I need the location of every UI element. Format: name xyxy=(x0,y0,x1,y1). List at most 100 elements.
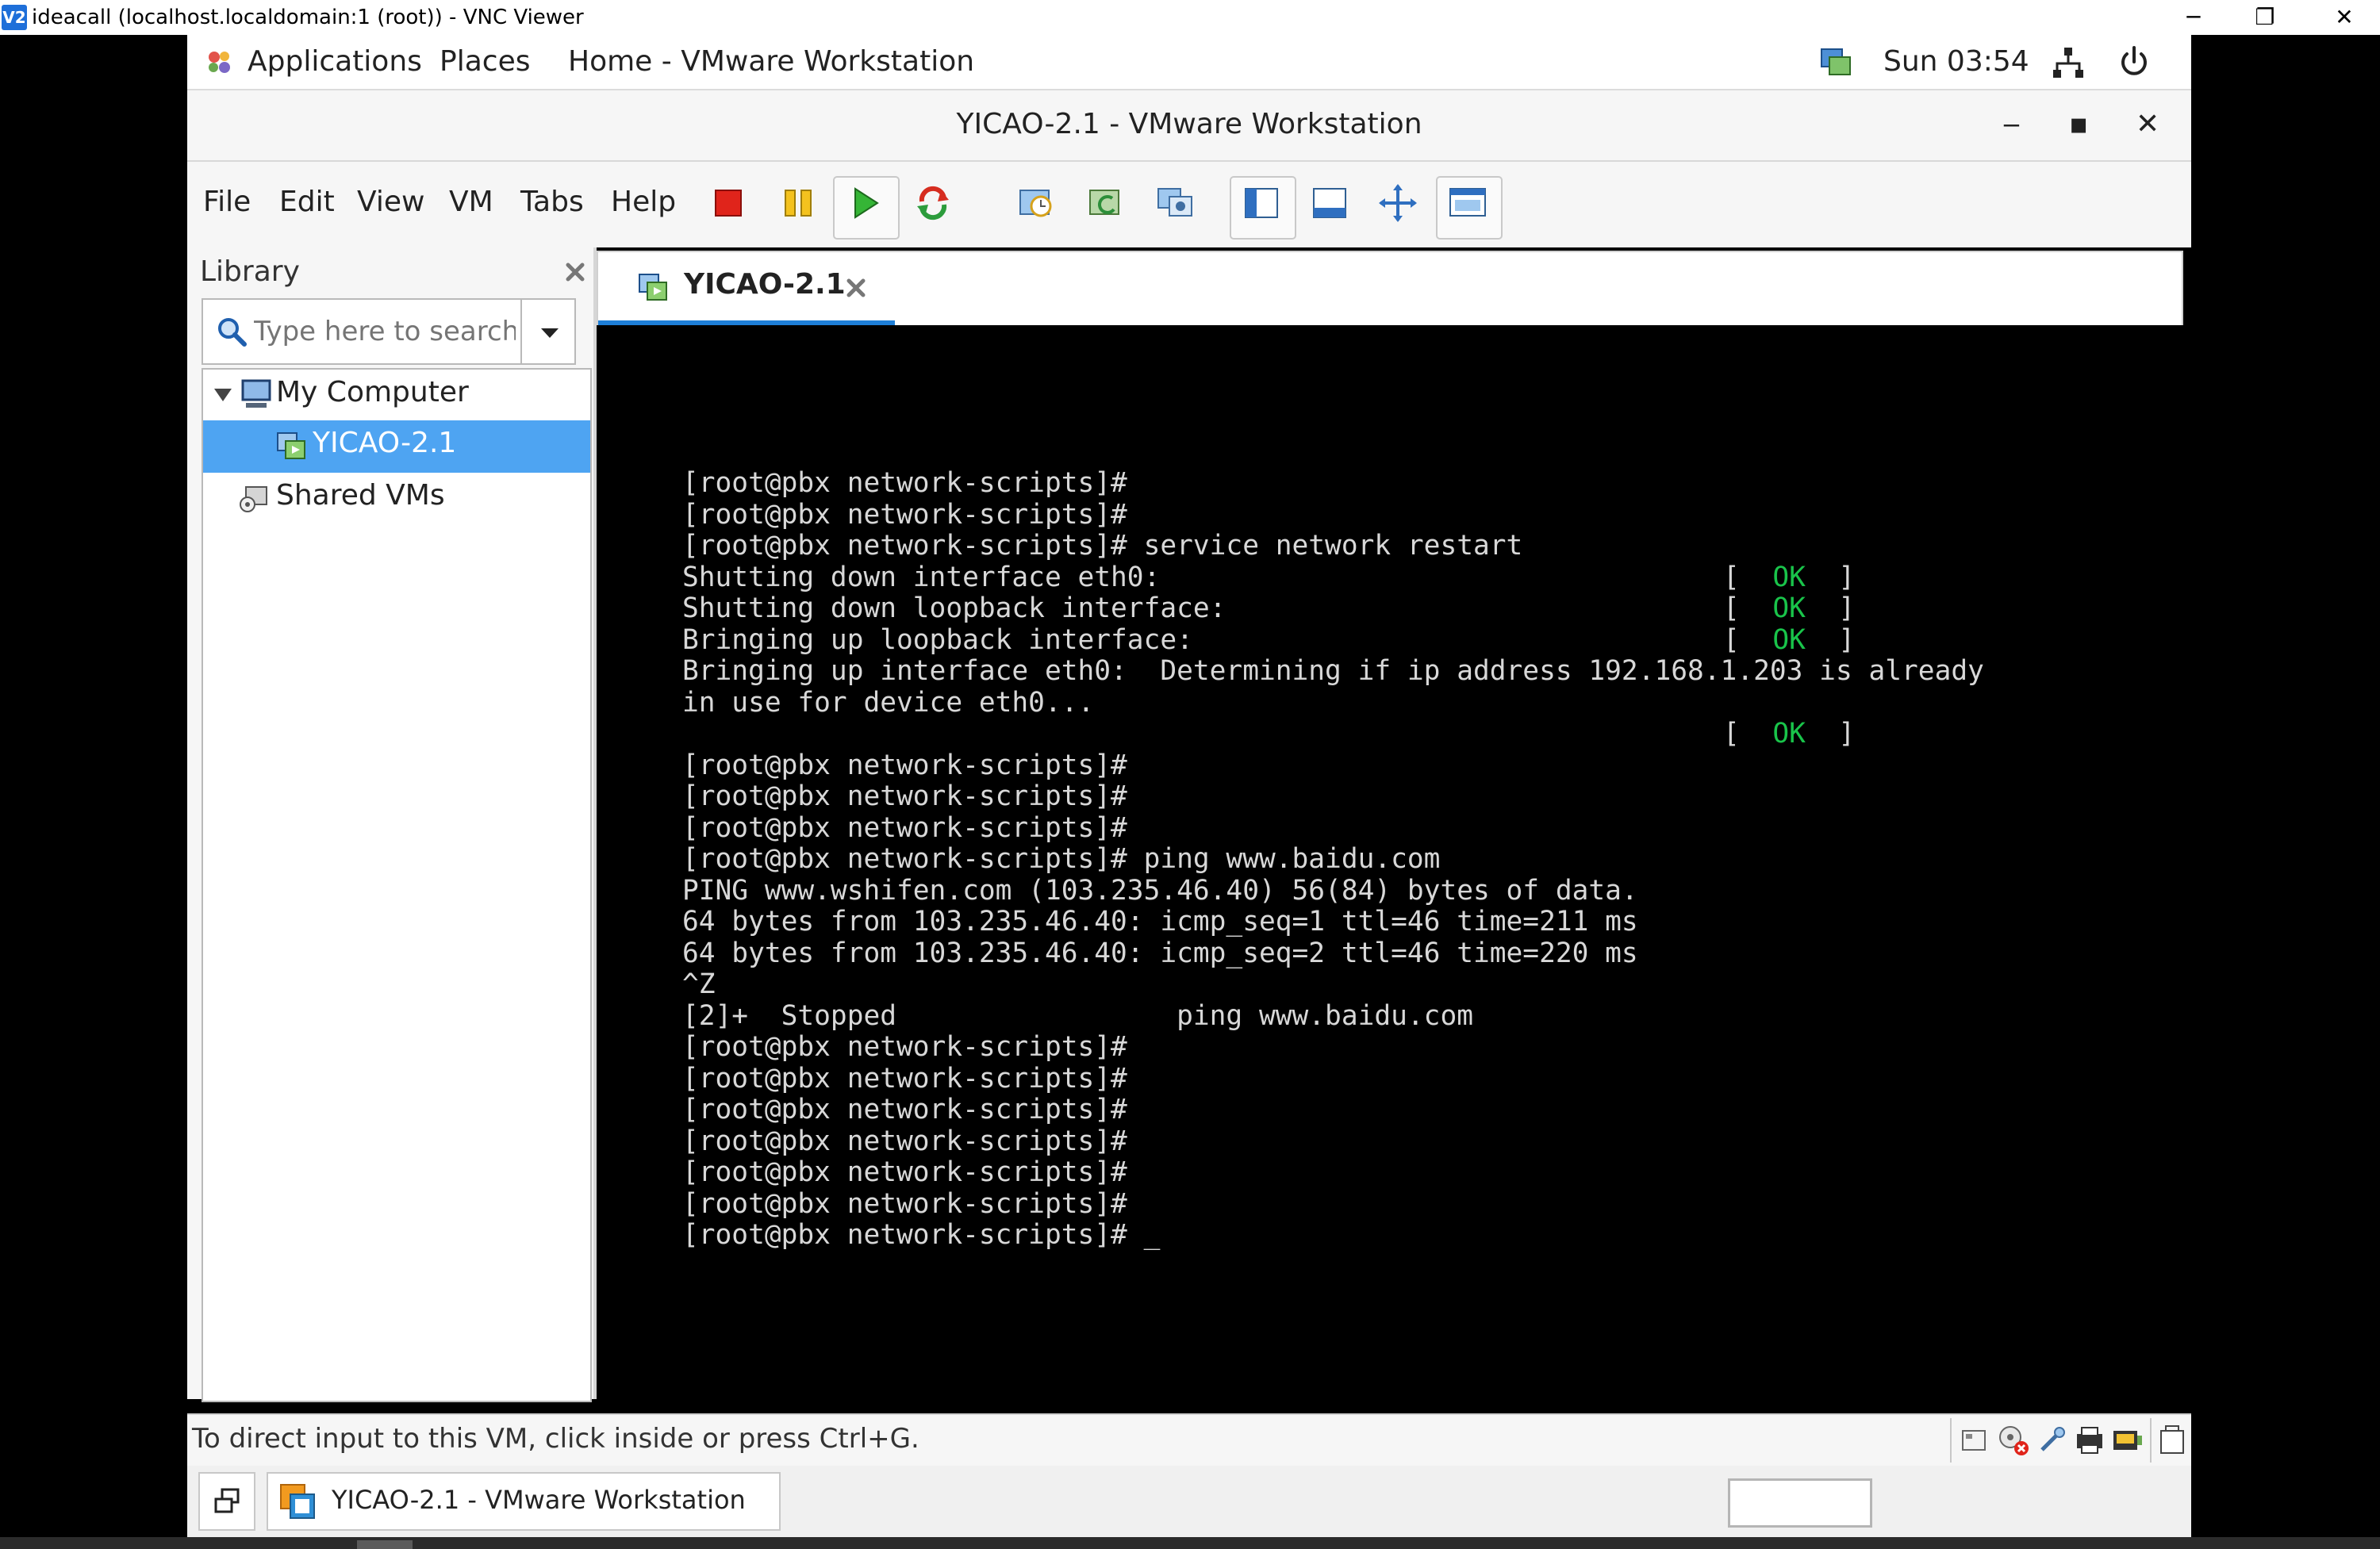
library-tree: My Computer YICAO-2.1 Shared VMs xyxy=(202,368,592,1402)
usb-controller-icon[interactable] xyxy=(2036,1424,2067,1456)
terminal-line: 64 bytes from 103.235.46.40: icmp_seq=1 … xyxy=(682,906,1638,937)
status-message: To direct input to this VM, click inside… xyxy=(192,1423,919,1455)
thumbnail-bar-icon[interactable] xyxy=(1306,179,1353,227)
workspace-switcher[interactable] xyxy=(1728,1478,1872,1528)
power-off-icon[interactable] xyxy=(704,179,752,227)
terminal-line: [root@pbx network-scripts]# ping www.bai… xyxy=(682,843,1441,875)
vnc-horizontal-scroll-thumb[interactable] xyxy=(357,1540,413,1549)
ok-status: [ OK ] xyxy=(1723,561,1856,593)
taskbar-window-vmware[interactable]: YICAO-2.1 - VMware Workstation xyxy=(267,1472,781,1531)
search-dropdown-icon[interactable] xyxy=(536,320,563,344)
terminal-line: ^Z xyxy=(682,968,716,1000)
close-tab-icon[interactable] xyxy=(844,276,868,300)
clock[interactable]: Sun 03:54 xyxy=(1883,43,2029,81)
printer-icon[interactable] xyxy=(2072,1423,2107,1458)
terminal-line: [root@pbx network-scripts]# xyxy=(682,780,1127,812)
search-icon xyxy=(218,318,247,347)
terminal-line: [root@pbx network-scripts]# xyxy=(682,467,1127,499)
vnc-minimize-button[interactable]: ─ xyxy=(2158,0,2229,35)
message-log-icon[interactable] xyxy=(2155,1423,2190,1458)
applications-menu[interactable]: Applications xyxy=(248,43,422,81)
menu-help[interactable]: Help xyxy=(611,186,676,218)
tree-label-shared-vms: Shared VMs xyxy=(276,479,445,512)
tab-bar: YICAO-2.1 xyxy=(597,251,2183,325)
power-on-icon[interactable] xyxy=(841,179,889,227)
terminal-line: [root@pbx network-scripts]# _ xyxy=(682,1219,1161,1251)
pane-splitter[interactable] xyxy=(593,247,597,1399)
vm-tab-icon xyxy=(639,274,667,301)
revert-snapshot-icon[interactable] xyxy=(1082,179,1130,227)
taskbar: YICAO-2.1 - VMware Workstation xyxy=(187,1466,2191,1537)
taskbar-window-label: YICAO-2.1 - VMware Workstation xyxy=(332,1485,746,1515)
vm-console[interactable]: [root@pbx network-scripts]# [root@pbx ne… xyxy=(600,325,2177,1398)
tree-label-vm: YICAO-2.1 xyxy=(313,427,457,459)
vnc-close-button[interactable]: ✕ xyxy=(2309,0,2380,35)
terminal-line: 64 bytes from 103.235.46.40: icmp_seq=2 … xyxy=(682,937,1638,969)
take-snapshot-icon[interactable] xyxy=(1012,179,1060,227)
active-app-menu[interactable]: Home - VMware Workstation xyxy=(568,43,974,81)
show-desktop-icon xyxy=(214,1488,240,1513)
tree-item-shared-vms[interactable]: Shared VMs xyxy=(203,473,590,523)
library-search-input[interactable] xyxy=(252,309,517,354)
tree-label-my-computer: My Computer xyxy=(276,376,469,408)
vmware-close-button[interactable]: ✕ xyxy=(2136,108,2159,140)
vmware-minimize-button[interactable]: ‒ xyxy=(2002,108,2021,140)
tab-vm[interactable]: YICAO-2.1 xyxy=(598,252,895,325)
console-view-icon[interactable] xyxy=(1444,179,1491,227)
cd-dvd-disconnected-icon[interactable] xyxy=(1996,1423,2031,1458)
terminal-line: Shutting down loopback interface: xyxy=(682,592,1226,624)
vnc-logo-icon: V2 xyxy=(2,5,27,30)
menu-toolbar-bar: File Edit View VM Tabs Help xyxy=(187,162,2191,247)
close-library-icon[interactable] xyxy=(563,260,587,284)
terminal-line: [root@pbx network-scripts]# xyxy=(682,1094,1127,1125)
vnc-restore-button[interactable]: ❐ xyxy=(2229,0,2301,35)
status-divider xyxy=(1950,1418,1952,1463)
library-pane: Library My Computer xyxy=(187,247,593,1402)
terminal-output: [root@pbx network-scripts]# [root@pbx ne… xyxy=(600,325,2177,1398)
tree-item-my-computer[interactable]: My Computer xyxy=(203,370,590,420)
menu-vm[interactable]: VM xyxy=(449,186,493,218)
network-adapter-icon[interactable] xyxy=(2110,1423,2145,1458)
ok-status: [ OK ] xyxy=(1723,623,1856,656)
vmware-window-title: YICAO-2.1 - VMware Workstation xyxy=(956,108,1422,140)
search-divider xyxy=(520,300,522,363)
terminal-line: Bringing up loopback interface: xyxy=(682,623,1193,656)
snapshot-manager-icon[interactable] xyxy=(1152,179,1200,227)
tree-item-vm-selected[interactable]: YICAO-2.1 xyxy=(203,420,590,473)
menu-tabs[interactable]: Tabs xyxy=(520,186,584,218)
terminal-line: [root@pbx network-scripts]# xyxy=(682,1187,1127,1220)
terminal-line: [root@pbx network-scripts]# xyxy=(682,1156,1127,1188)
terminal-line: [root@pbx network-scripts]# xyxy=(682,1125,1127,1157)
terminal-line: [root@pbx network-scripts]# xyxy=(682,749,1127,781)
terminal-line: [root@pbx network-scripts]# xyxy=(682,1031,1127,1063)
computer-icon xyxy=(241,379,271,408)
vnc-title-bar: V2 ideacall (localhost.localdomain:1 (ro… xyxy=(0,0,2380,35)
power-icon[interactable] xyxy=(2117,44,2152,79)
library-search-box xyxy=(202,298,576,365)
suspend-icon[interactable] xyxy=(774,179,822,227)
reset-icon[interactable] xyxy=(909,179,957,227)
menu-file[interactable]: File xyxy=(203,186,251,218)
hard-disk-icon[interactable] xyxy=(1958,1424,1990,1456)
places-menu[interactable]: Places xyxy=(440,43,530,81)
terminal-line: [root@pbx network-scripts]# xyxy=(682,498,1127,531)
status-bar: To direct input to this VM, click inside… xyxy=(187,1413,2191,1466)
terminal-line: PING www.wshifen.com (103.235.46.40) 56(… xyxy=(682,874,1638,907)
status-divider xyxy=(2150,1418,2152,1463)
menu-view[interactable]: View xyxy=(357,186,424,218)
vmware-app-icon xyxy=(280,1484,315,1519)
shared-vms-icon xyxy=(240,486,267,512)
vnc-window-title: ideacall (localhost.localdomain:1 (root)… xyxy=(32,6,584,29)
show-library-icon[interactable] xyxy=(1238,179,1285,227)
vmware-maximize-button[interactable]: ▪ xyxy=(2069,108,2088,140)
show-desktop-button[interactable] xyxy=(198,1472,255,1531)
expand-arrow-icon[interactable] xyxy=(213,385,233,405)
vm-icon xyxy=(277,432,305,459)
network-icon[interactable] xyxy=(2052,46,2085,79)
vmware-title-bar: YICAO-2.1 - VMware Workstation ‒ ▪ ✕ xyxy=(187,90,2191,162)
menu-edit[interactable]: Edit xyxy=(279,186,335,218)
library-title: Library xyxy=(200,255,300,288)
vmware-tray-icon[interactable] xyxy=(1818,44,1853,79)
tab-label: YICAO-2.1 xyxy=(684,268,846,301)
full-screen-icon[interactable] xyxy=(1374,179,1422,227)
